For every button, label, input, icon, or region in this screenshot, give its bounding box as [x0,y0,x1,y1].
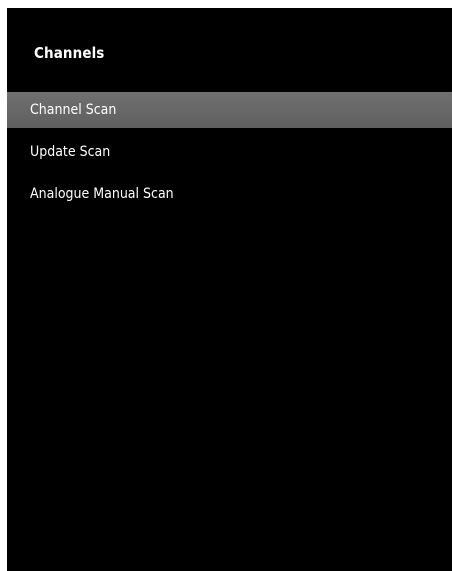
menu-item-update-scan[interactable]: Update Scan [7,134,452,170]
page-title: Channels [34,44,105,62]
tv-menu-screen: Channels Channel Scan Update Scan Analog… [7,8,452,571]
channels-menu-list: Channel Scan Update Scan Analogue Manual… [7,92,452,218]
menu-item-analogue-manual-scan[interactable]: Analogue Manual Scan [7,176,452,212]
menu-item-channel-scan[interactable]: Channel Scan [7,92,452,128]
